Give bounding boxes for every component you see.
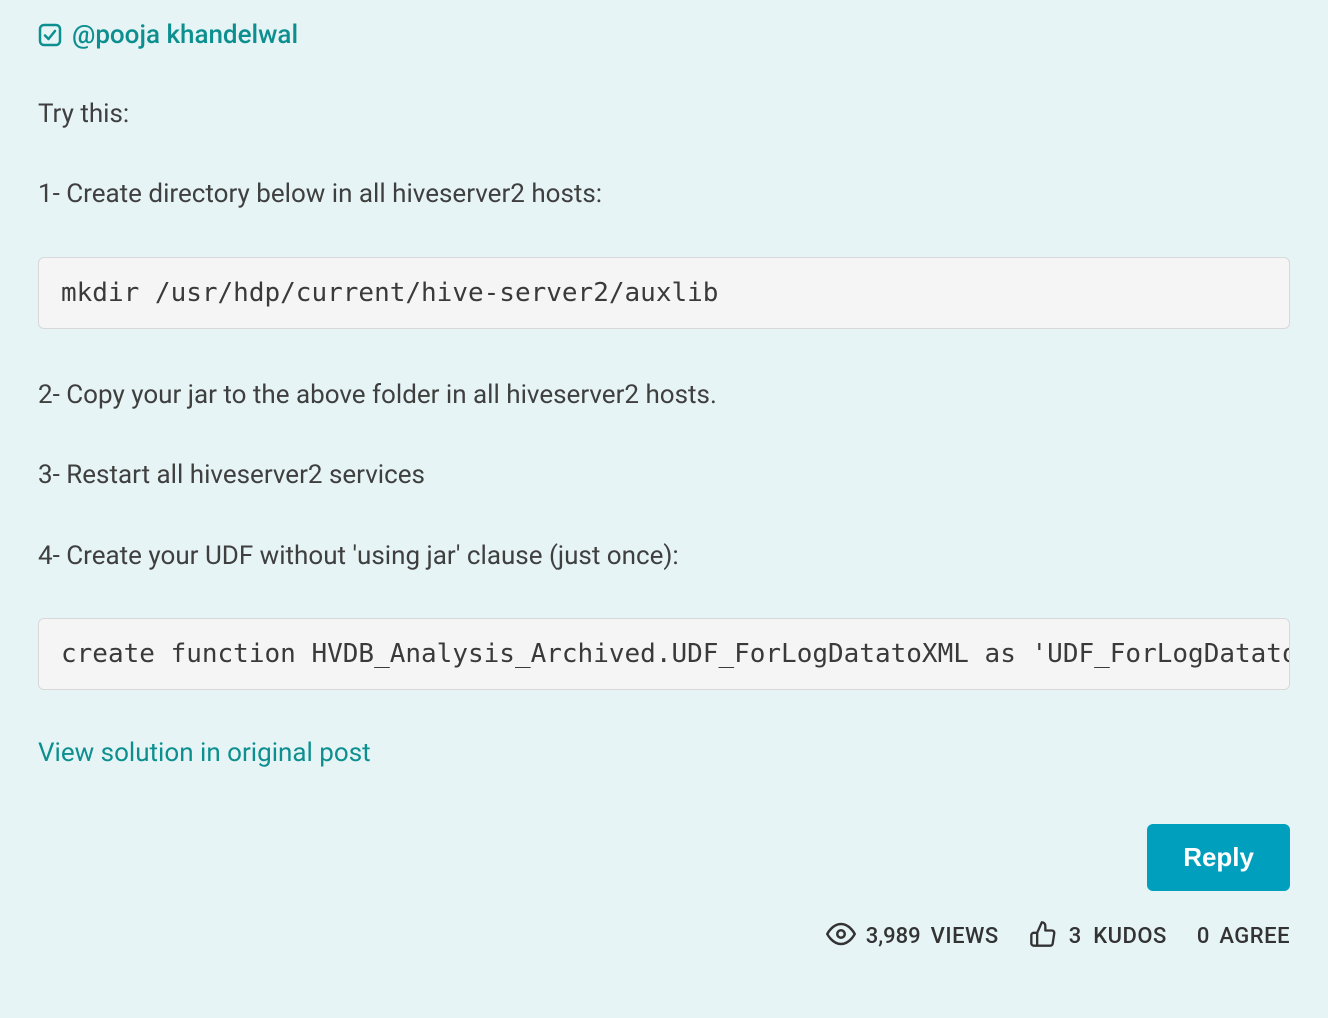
- step-1-text: 1- Create directory below in all hiveser…: [38, 176, 1290, 212]
- code-block-2: create function HVDB_Analysis_Archived.U…: [38, 618, 1290, 690]
- agree-label: AGREE: [1219, 924, 1290, 949]
- eye-icon: [826, 919, 856, 955]
- code-block-1: mkdir /usr/hdp/current/hive-server2/auxl…: [38, 257, 1290, 329]
- views-count: 3,989: [866, 924, 921, 949]
- step-3-text: 3- Restart all hiveserver2 services: [38, 457, 1290, 493]
- reply-button[interactable]: Reply: [1147, 824, 1290, 891]
- kudos-label: KUDOS: [1093, 924, 1167, 949]
- view-solution-link[interactable]: View solution in original post: [38, 738, 371, 768]
- kudos-count: 3: [1069, 924, 1082, 949]
- thumbs-up-icon: [1029, 920, 1057, 954]
- kudos-button[interactable]: 3 KUDOS: [1029, 920, 1167, 954]
- agree-count: 0: [1197, 924, 1210, 949]
- views-stat: 3,989 VIEWS: [826, 919, 999, 955]
- step-2-text: 2- Copy your jar to the above folder in …: [38, 377, 1290, 413]
- agree-stat[interactable]: 0 AGREE: [1197, 924, 1290, 949]
- intro-text: Try this:: [38, 96, 1290, 132]
- user-mention-link[interactable]: @pooja khandelwal: [72, 20, 298, 50]
- solved-check-icon: [38, 23, 62, 47]
- views-label: VIEWS: [931, 924, 999, 949]
- step-4-text: 4- Create your UDF without 'using jar' c…: [38, 538, 1290, 574]
